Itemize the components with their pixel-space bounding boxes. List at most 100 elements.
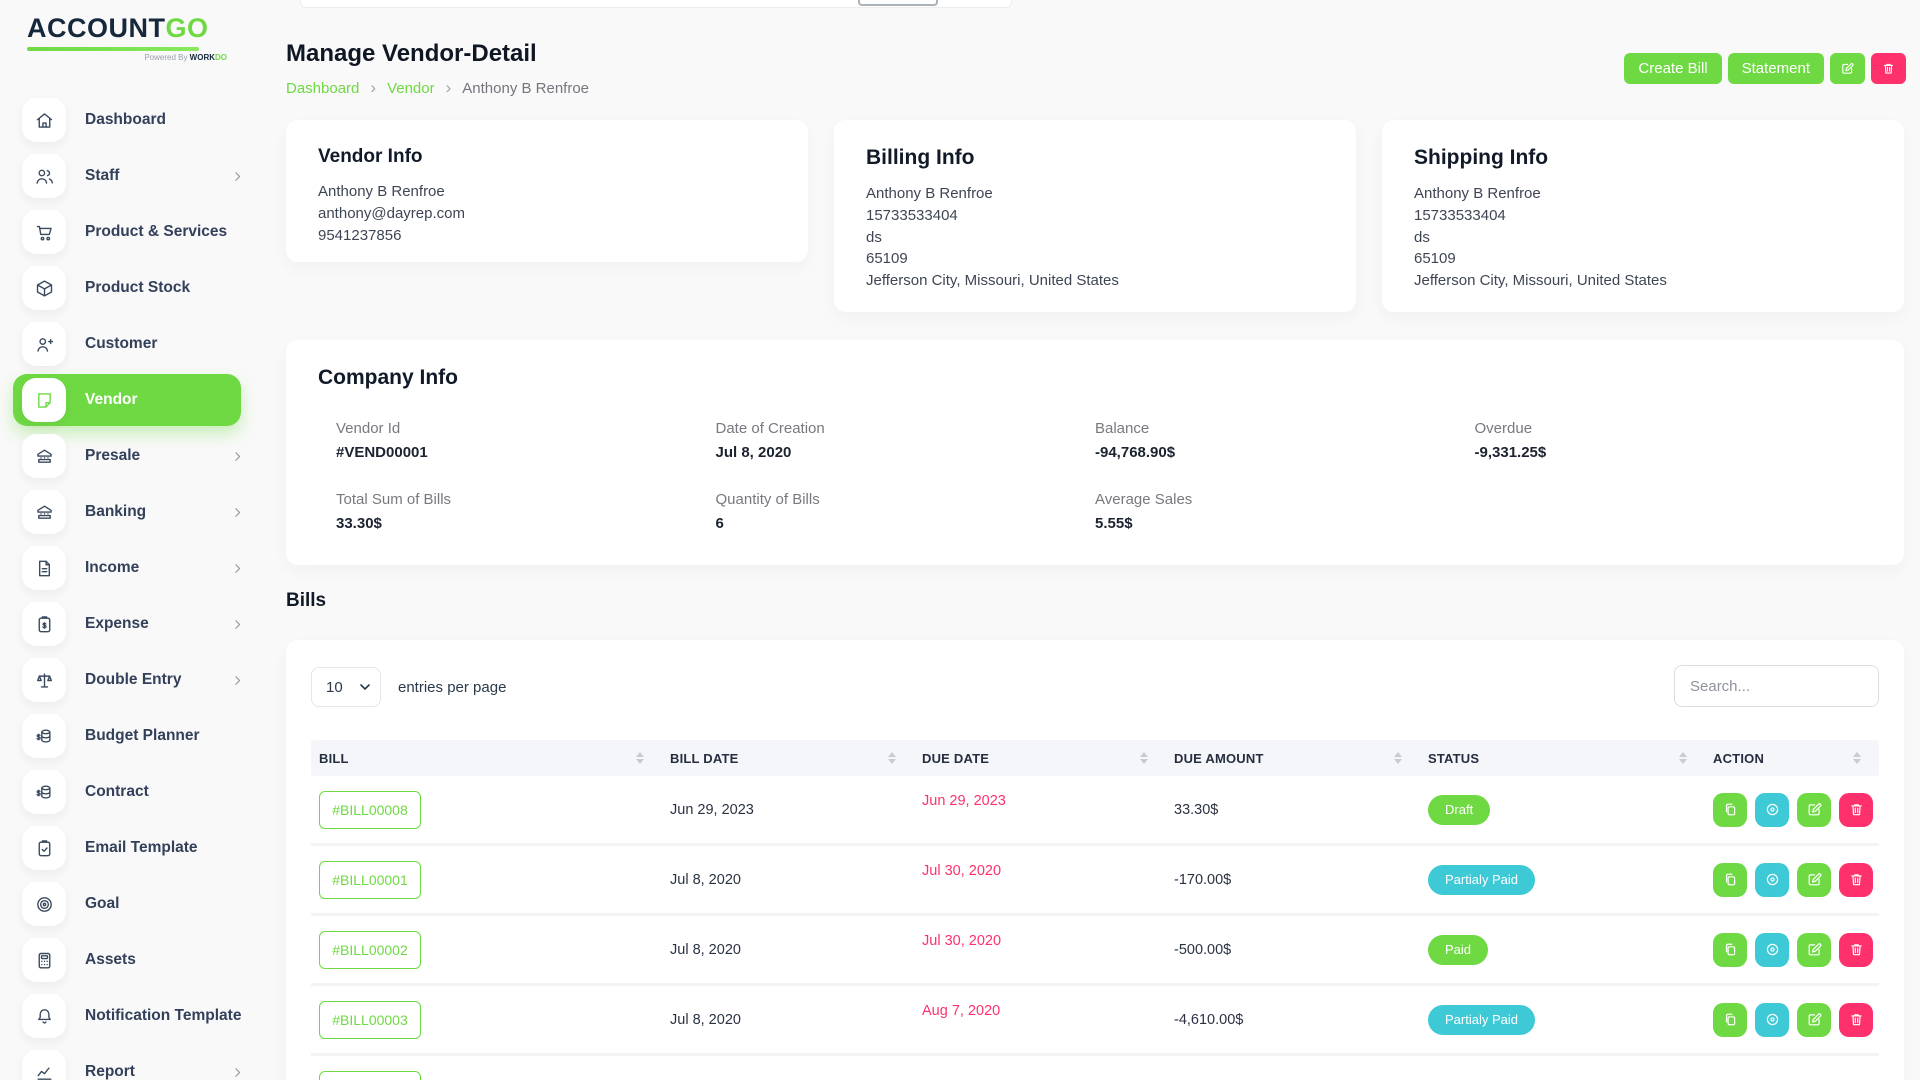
- brand-powered-by: Powered By WORKDO: [27, 53, 227, 62]
- breadcrumb-separator: ›: [370, 78, 376, 98]
- duplicate-bill-button[interactable]: [1713, 1003, 1747, 1037]
- vendor-name: Anthony B Renfroe: [318, 181, 776, 203]
- svg-text:$: $: [36, 734, 40, 741]
- brand-logo[interactable]: ACCOUNTGO Powered By WORKDO: [27, 13, 227, 62]
- sidebar-item-dashboard[interactable]: Dashboard: [0, 92, 260, 148]
- edit-bill-button[interactable]: [1797, 933, 1831, 967]
- due-amount-cell: 33.30$: [1166, 776, 1420, 843]
- billing-info-card: Billing Info Anthony B Renfroe 157335334…: [834, 120, 1356, 312]
- edit-bill-button[interactable]: [1797, 1003, 1831, 1037]
- bill-date-cell: Jul 8, 2020: [662, 916, 914, 983]
- sidebar-item-budget-planner[interactable]: $ Budget Planner: [0, 708, 260, 764]
- trash-icon: [1848, 941, 1865, 958]
- create-bill-button[interactable]: Create Bill: [1624, 53, 1721, 84]
- brand-name: ACCOUNTGO: [27, 13, 227, 44]
- sidebar-item-double-entry[interactable]: Double Entry: [0, 652, 260, 708]
- bills-card: 10 entries per page BILL BILL DATE DUE D…: [286, 640, 1904, 1080]
- statement-button[interactable]: Statement: [1728, 53, 1824, 84]
- copy-icon: [1722, 871, 1739, 888]
- sidebar-item-report[interactable]: Report: [0, 1044, 260, 1080]
- sidebar-item-presale[interactable]: Presale: [0, 428, 260, 484]
- view-bill-button[interactable]: [1755, 1003, 1789, 1037]
- sidebar-item-staff[interactable]: Staff: [0, 148, 260, 204]
- breadcrumb-vendor[interactable]: Vendor: [387, 80, 435, 97]
- entries-per-page: 10 entries per page: [311, 667, 506, 707]
- breadcrumb: Dashboard › Vendor › Anthony B Renfroe: [286, 78, 589, 98]
- bill-link[interactable]: #BILL00002: [319, 931, 421, 969]
- home-icon: [22, 98, 66, 142]
- delete-bill-button[interactable]: [1839, 863, 1873, 897]
- field-quantity-of-bills: Quantity of Bills 6: [716, 491, 1096, 532]
- sidebar-item-goal[interactable]: Goal: [0, 876, 260, 932]
- sidebar-item-product-stock[interactable]: Product Stock: [0, 260, 260, 316]
- info-cards-row: Vendor Info Anthony B Renfroe anthony@da…: [286, 120, 1904, 312]
- bill-link[interactable]: #BILL00008: [319, 791, 421, 829]
- col-due-amount[interactable]: DUE AMOUNT: [1166, 740, 1420, 776]
- sidebar-item-product-services[interactable]: Product & Services: [0, 204, 260, 260]
- sidebar-item-customer[interactable]: Customer: [0, 316, 260, 372]
- bank-icon: [22, 490, 66, 534]
- field-balance: Balance -94,768.90$: [1095, 420, 1475, 461]
- sort-icon[interactable]: [636, 752, 644, 764]
- billing-phone: 15733533404: [866, 205, 1324, 227]
- search-input[interactable]: [1674, 665, 1879, 707]
- bill-link[interactable]: [319, 1071, 421, 1080]
- view-bill-button[interactable]: [1755, 793, 1789, 827]
- due-date-cell: Aug 7, 2020: [914, 977, 1166, 1044]
- field-date-of-creation: Date of Creation Jul 8, 2020: [716, 420, 1096, 461]
- sidebar-item-vendor[interactable]: Vendor: [0, 372, 260, 428]
- bill-link[interactable]: #BILL00003: [319, 1001, 421, 1039]
- sort-icon[interactable]: [888, 752, 896, 764]
- clipboard-check-icon: [22, 826, 66, 870]
- delete-bill-button[interactable]: [1839, 793, 1873, 827]
- view-bill-button[interactable]: [1755, 933, 1789, 967]
- sidebar-item-contract[interactable]: $ Contract: [0, 764, 260, 820]
- bill-link[interactable]: #BILL00001: [319, 861, 421, 899]
- edit-vendor-button[interactable]: [1830, 53, 1865, 84]
- sidebar-item-assets[interactable]: Assets: [0, 932, 260, 988]
- entries-per-page-select[interactable]: 10: [311, 667, 381, 707]
- sort-icon[interactable]: [1853, 752, 1861, 764]
- delete-bill-button[interactable]: [1839, 1003, 1873, 1037]
- status-badge: Partialy Paid: [1428, 1005, 1535, 1035]
- edit-icon: [1806, 941, 1823, 958]
- company-info-grid: Vendor Id #VEND00001 Date of Creation Ju…: [336, 420, 1854, 532]
- edit-bill-button[interactable]: [1797, 863, 1831, 897]
- duplicate-bill-button[interactable]: [1713, 793, 1747, 827]
- due-amount-cell: -4,610.00$: [1166, 986, 1420, 1053]
- duplicate-bill-button[interactable]: [1713, 933, 1747, 967]
- col-action[interactable]: ACTION: [1705, 740, 1879, 776]
- sort-icon[interactable]: [1679, 752, 1687, 764]
- row-actions: [1705, 986, 1879, 1053]
- edit-bill-button[interactable]: [1797, 793, 1831, 827]
- sidebar-item-income[interactable]: Income: [0, 540, 260, 596]
- copy-icon: [1722, 941, 1739, 958]
- bill-date-cell: Jul 8, 2020: [662, 846, 914, 913]
- delete-vendor-button[interactable]: [1871, 53, 1906, 84]
- trash-icon: [1881, 61, 1896, 76]
- col-status[interactable]: STATUS: [1420, 740, 1705, 776]
- breadcrumb-dashboard[interactable]: Dashboard: [286, 80, 359, 97]
- svg-text:$: $: [36, 790, 40, 797]
- view-bill-button[interactable]: [1755, 863, 1789, 897]
- sort-icon[interactable]: [1140, 752, 1148, 764]
- col-bill[interactable]: BILL: [311, 740, 662, 776]
- entries-per-page-label: entries per page: [398, 679, 506, 696]
- sidebar-item-expense[interactable]: $ Expense: [0, 596, 260, 652]
- sidebar-item-banking[interactable]: Banking: [0, 484, 260, 540]
- chevron-right-icon: [231, 450, 244, 463]
- file-icon: [22, 546, 66, 590]
- top-cutoff-box: [858, 0, 938, 6]
- coins-dollar-icon: $: [22, 714, 66, 758]
- delete-bill-button[interactable]: [1839, 933, 1873, 967]
- duplicate-bill-button[interactable]: [1713, 863, 1747, 897]
- eye-icon: [1764, 801, 1781, 818]
- sidebar-item-notification-template[interactable]: Notification Template: [0, 988, 260, 1044]
- row-actions: [1705, 916, 1879, 983]
- coins-dollar-icon: $: [22, 770, 66, 814]
- eye-icon: [1764, 1011, 1781, 1028]
- col-bill-date[interactable]: BILL DATE: [662, 740, 914, 776]
- sort-icon[interactable]: [1394, 752, 1402, 764]
- trash-icon: [1848, 1011, 1865, 1028]
- sidebar-item-email-template[interactable]: Email Template: [0, 820, 260, 876]
